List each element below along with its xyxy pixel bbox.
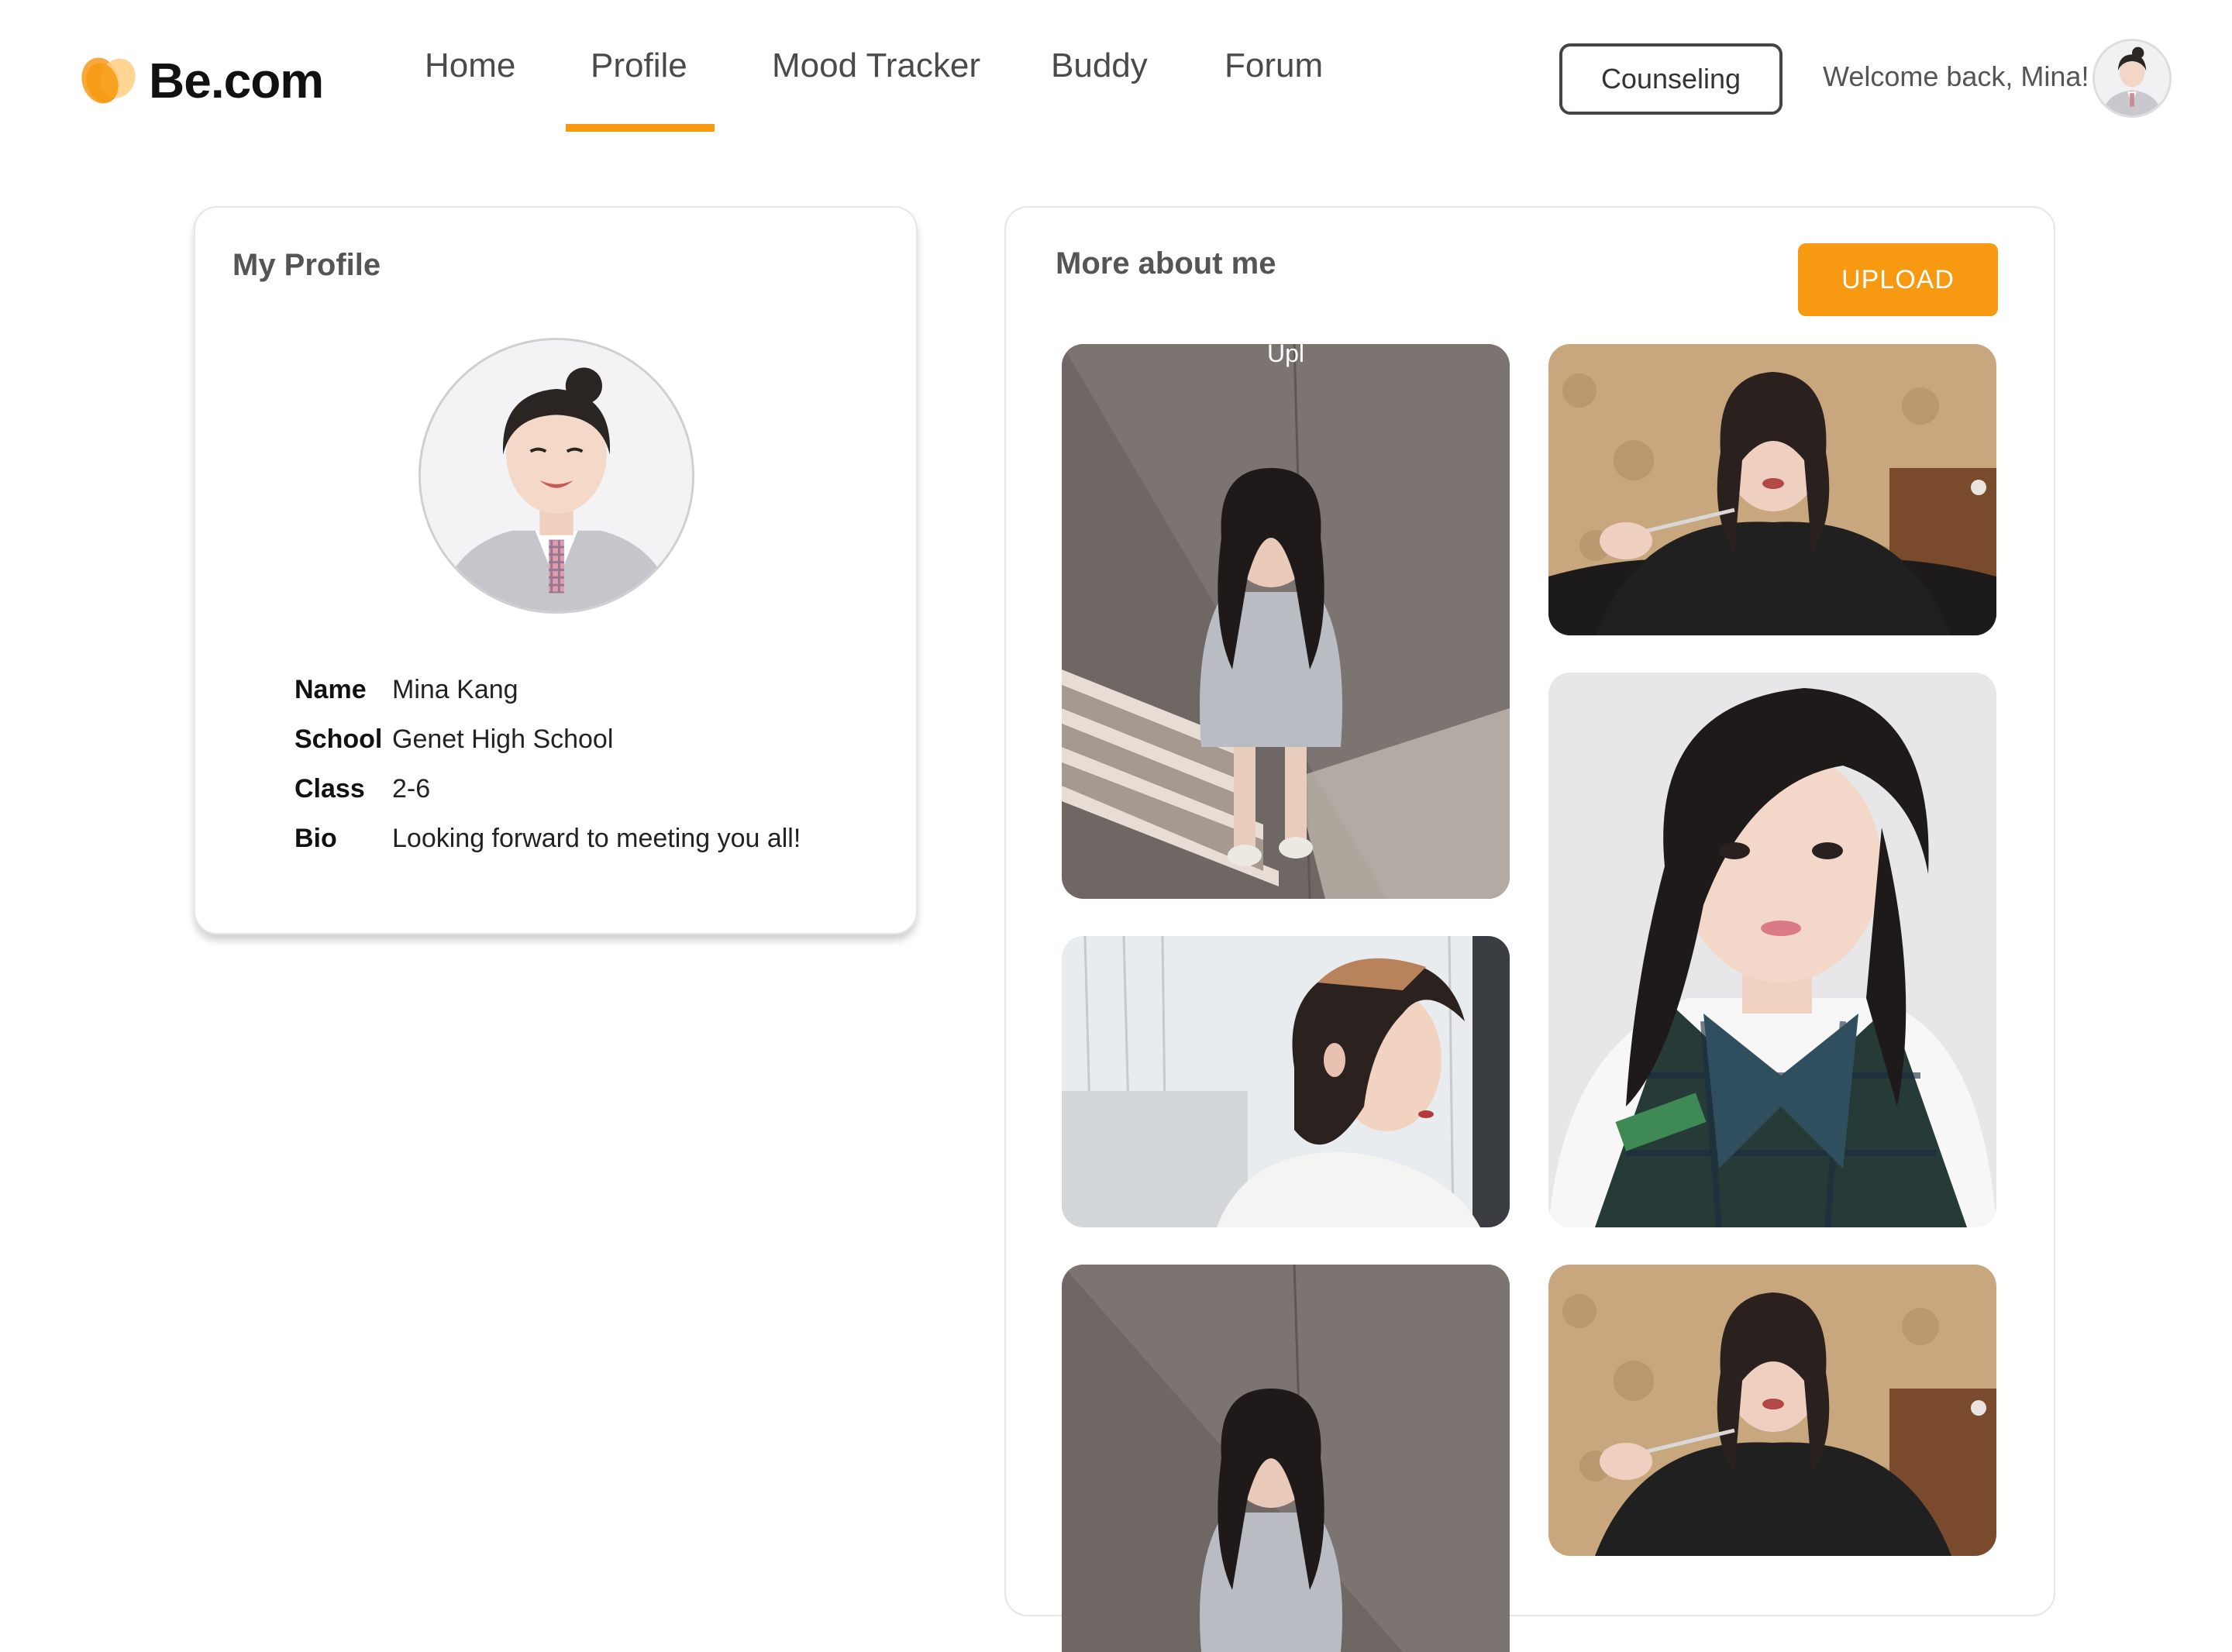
field-label: School bbox=[294, 724, 383, 754]
nav-buddy[interactable]: Buddy bbox=[1051, 46, 1148, 85]
logo-text: Be.com bbox=[149, 53, 324, 108]
gallery-photo-eating-2[interactable] bbox=[1548, 1265, 1996, 1556]
field-label: Class bbox=[294, 774, 365, 804]
top-navigation-bar: Be.com Home Profile Mood Tracker Buddy F… bbox=[0, 0, 2232, 155]
active-tab-indicator bbox=[566, 124, 715, 132]
photo-caption: Upl bbox=[1266, 344, 1304, 367]
nav-home[interactable]: Home bbox=[425, 46, 515, 85]
nav-profile[interactable]: Profile bbox=[591, 46, 687, 85]
nav-forum[interactable]: Forum bbox=[1224, 46, 1323, 85]
heart-logo-icon bbox=[81, 57, 136, 104]
my-profile-card: My Profile Name Mina Kang School Genet H… bbox=[194, 206, 918, 934]
gallery-photo-side-profile[interactable] bbox=[1062, 936, 1510, 1227]
field-value: Genet High School bbox=[392, 724, 614, 754]
gallery-photo-eating[interactable] bbox=[1548, 344, 1996, 635]
profile-field-class: Class 2-6 bbox=[294, 764, 884, 814]
field-label: Name bbox=[294, 675, 367, 704]
welcome-message: Welcome back, Mina! bbox=[1823, 60, 2089, 92]
field-value: 2-6 bbox=[392, 774, 431, 804]
field-value: Mina Kang bbox=[392, 675, 518, 704]
field-label: Bio bbox=[294, 824, 337, 853]
gallery-card-title: More about me bbox=[1056, 246, 1276, 280]
profile-field-name: Name Mina Kang bbox=[294, 665, 884, 714]
field-value: Looking forward to meeting you all! bbox=[392, 824, 801, 853]
nav-mood-tracker[interactable]: Mood Tracker bbox=[772, 46, 980, 85]
profile-card-title: My Profile bbox=[232, 248, 381, 282]
logo[interactable]: Be.com bbox=[79, 45, 324, 116]
gallery-photo-stairs[interactable]: Upl bbox=[1062, 344, 1510, 899]
profile-field-school: School Genet High School bbox=[294, 714, 884, 764]
profile-field-bio: Bio Looking forward to meeting you all! bbox=[294, 814, 884, 863]
counseling-button[interactable]: Counseling bbox=[1559, 43, 1782, 115]
gallery-photo-stairs-2[interactable] bbox=[1062, 1265, 1510, 1652]
user-avatar[interactable] bbox=[2092, 39, 2172, 118]
profile-photo[interactable] bbox=[418, 338, 694, 614]
upload-button[interactable]: UPLOAD bbox=[1798, 243, 1998, 316]
more-about-me-card: More about me UPLOAD Upl bbox=[1004, 206, 2055, 1652]
gallery-photo-uniform-selfie[interactable] bbox=[1548, 673, 1996, 1227]
profile-info: Name Mina Kang School Genet High School … bbox=[294, 665, 884, 863]
